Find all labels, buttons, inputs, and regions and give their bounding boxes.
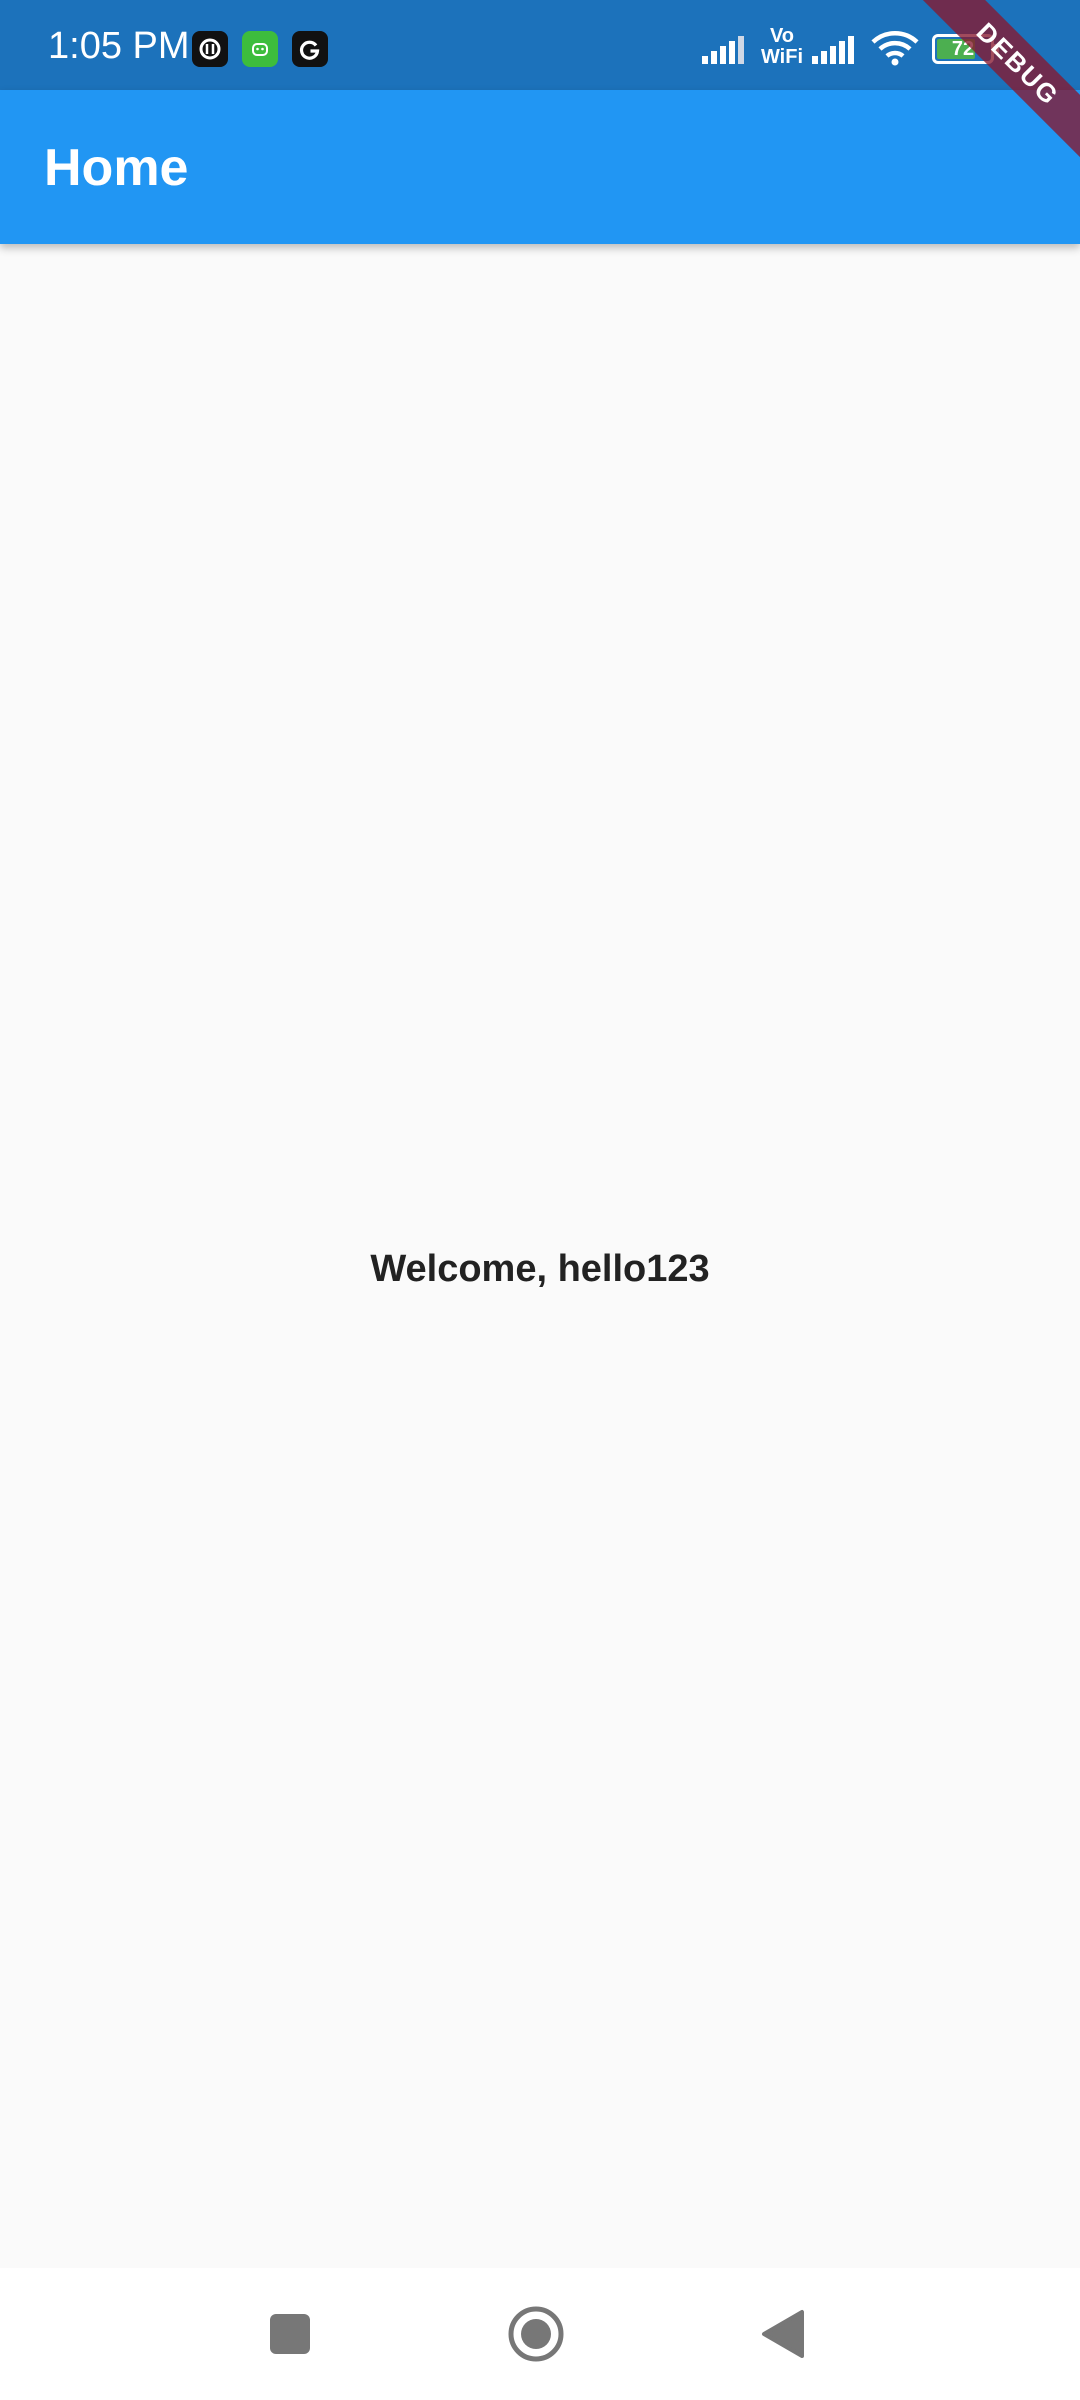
android-app-icon bbox=[242, 31, 278, 67]
vowifi-line-2: WiFi bbox=[760, 46, 804, 68]
recents-button[interactable] bbox=[252, 2296, 328, 2372]
wifi-icon bbox=[871, 31, 919, 66]
app-bar: Home bbox=[0, 90, 1080, 244]
status-bar: 1:05 PM Vo WiFi 72 bbox=[0, 0, 1080, 90]
status-time: 1:05 PM bbox=[48, 25, 190, 67]
welcome-message: Welcome, hello123 bbox=[370, 1247, 710, 1290]
threads-icon bbox=[192, 31, 228, 67]
vowifi-line-1: Vo bbox=[769, 25, 795, 47]
home-icon bbox=[508, 2306, 564, 2362]
home-button[interactable] bbox=[498, 2296, 574, 2372]
main-content: Welcome, hello123 bbox=[0, 244, 1080, 2268]
recents-icon bbox=[270, 2314, 310, 2354]
page-title: Home bbox=[44, 139, 189, 197]
back-icon bbox=[762, 2310, 804, 2358]
signal-strength-icon bbox=[702, 36, 744, 64]
navigation-bar bbox=[0, 2268, 1080, 2400]
home-screen: 1:05 PM Vo WiFi 72 DEBUG Home Welcome, h… bbox=[0, 0, 1080, 2400]
battery-level: 72 bbox=[951, 38, 975, 60]
signal-strength-icon-2 bbox=[812, 36, 854, 64]
google-icon bbox=[292, 31, 328, 67]
back-button[interactable] bbox=[744, 2296, 820, 2372]
vowifi-icon: Vo WiFi bbox=[757, 26, 807, 68]
battery-icon: 72 bbox=[932, 34, 999, 64]
